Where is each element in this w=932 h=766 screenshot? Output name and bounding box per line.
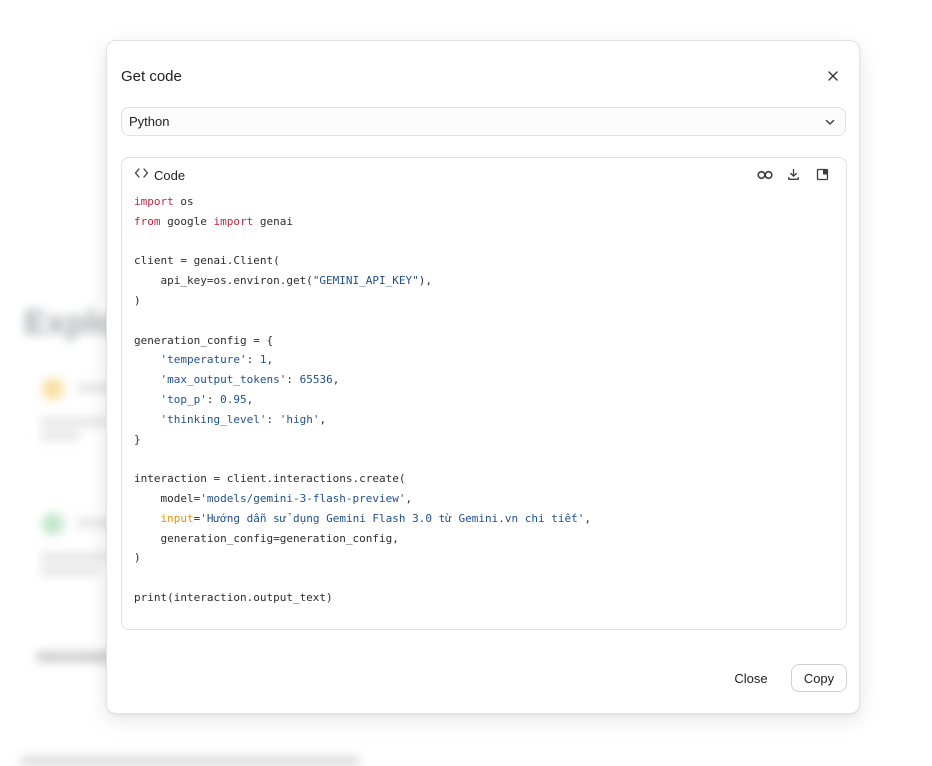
dialog-title: Get code <box>121 68 182 85</box>
code-token: , <box>246 392 254 406</box>
code-panel: Code import os from google import genai cl… <box>121 157 847 630</box>
code-line: generation_config=generation_config, <box>134 529 836 549</box>
code-token: api_key=os.environ.get( <box>134 274 313 288</box>
code-token: : <box>206 392 221 406</box>
code-line: generation_config = { <box>134 331 836 351</box>
code-token: ) <box>134 551 141 565</box>
code-line: input='Hướng dẫn sử dụng Gemini Flash 3.… <box>134 509 836 529</box>
background-text <box>36 652 116 662</box>
code-label: Code <box>154 167 186 183</box>
colab-icon[interactable] <box>755 166 774 183</box>
code-token: 65536 <box>299 373 333 387</box>
code-line: from google import genai <box>134 212 836 232</box>
close-button[interactable]: Close <box>731 668 771 688</box>
open-in-editor-icon[interactable] <box>813 166 832 183</box>
code-token: 'high' <box>279 412 320 426</box>
code-token: print(interaction.output_text) <box>134 590 333 604</box>
code-toolbar <box>755 166 832 183</box>
code-line: model='models/gemini-3-flash-preview', <box>134 489 836 509</box>
language-select[interactable]: Python <box>121 107 846 136</box>
code-token: "GEMINI_API_KEY" <box>312 274 419 288</box>
code-token: 'models/gemini-3-flash-preview' <box>200 491 406 505</box>
copy-button[interactable]: Copy <box>791 664 847 692</box>
code-token: os <box>173 195 194 208</box>
code-token: generation_config=generation_config, <box>134 531 399 545</box>
code-token: 'thinking_level' <box>160 412 267 426</box>
code-token: generation_config = { <box>134 333 274 347</box>
code-token: client = genai.Client( <box>134 254 280 268</box>
code-token: google <box>160 214 214 228</box>
code-token: 'temperature' <box>160 353 247 367</box>
code-token: interaction = client.interactions.create… <box>134 472 406 486</box>
code-token: } <box>134 432 141 446</box>
code-line: print(interaction.output_text) <box>134 588 836 608</box>
code-token: 'max_output_tokens' <box>160 373 287 387</box>
code-line: interaction = client.interactions.create… <box>134 469 836 489</box>
get-code-dialog: Get code Python Code import os from goog… <box>106 40 860 714</box>
code-token: model= <box>134 491 201 505</box>
code-token: : <box>266 412 280 426</box>
code-line: 'top_p': 0.95, <box>134 390 836 410</box>
code-line: ) <box>134 291 836 311</box>
code-token: from <box>134 214 161 228</box>
code-line: client = genai.Client( <box>134 251 836 271</box>
code-token: 'top_p' <box>160 392 207 406</box>
code-brackets-icon <box>134 166 149 184</box>
code-token: 0.95 <box>220 392 247 406</box>
chevron-down-icon <box>823 115 837 129</box>
background-text <box>20 756 360 766</box>
code-token: ), <box>418 274 433 288</box>
code-token: , <box>319 412 327 426</box>
code-token: : <box>286 373 300 387</box>
code-token: import <box>213 214 254 228</box>
code-token: input <box>160 511 194 525</box>
code-line: api_key=os.environ.get("GEMINI_API_KEY")… <box>134 271 836 291</box>
code-line: } <box>134 430 836 450</box>
code-block: import os from google import genai client … <box>134 192 836 608</box>
code-line: 'max_output_tokens': 65536, <box>134 370 836 390</box>
code-token: : <box>246 353 260 367</box>
code-token: genai <box>253 214 293 228</box>
code-token: ) <box>134 293 141 307</box>
code-header: Code <box>134 166 185 184</box>
code-token: , <box>405 491 413 505</box>
code-line: 'thinking_level': 'high', <box>134 410 836 430</box>
close-icon[interactable] <box>825 68 841 84</box>
code-line: 'temperature': 1, <box>134 350 836 370</box>
language-select-value: Python <box>129 114 170 129</box>
code-token: 'Hướng dẫn sử dụng Gemini Flash 3.0 từ G… <box>200 511 585 525</box>
code-token: , <box>266 353 274 367</box>
code-token: , <box>584 511 591 525</box>
code-line: import os <box>134 192 836 212</box>
download-icon[interactable] <box>784 166 803 183</box>
code-token: , <box>332 373 340 387</box>
code-token: import <box>134 195 174 208</box>
code-line: ) <box>134 548 836 568</box>
